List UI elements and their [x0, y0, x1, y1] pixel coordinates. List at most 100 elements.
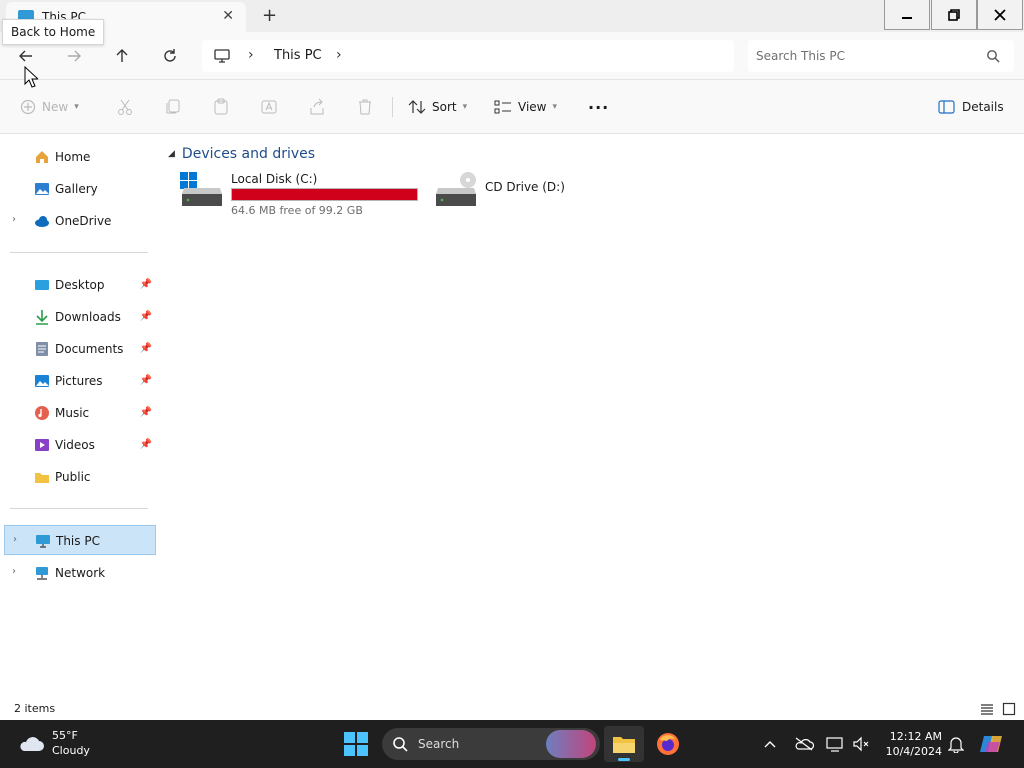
network-icon [36, 567, 48, 580]
sidebar-item-videos[interactable]: Videos 📌 [4, 430, 156, 460]
pin-icon[interactable]: 📌 [140, 343, 152, 354]
temperature: 55°F [52, 729, 78, 742]
collapse-icon[interactable]: ◢ [168, 149, 175, 159]
toolbar-divider [392, 97, 393, 117]
windows-start-icon[interactable] [344, 732, 368, 756]
view-button[interactable]: View ▾ [494, 96, 557, 118]
monitor-icon [214, 49, 230, 63]
drive-free-space: 64.6 MB free of 99.2 GB [231, 204, 363, 217]
arrow-right-icon [68, 50, 81, 62]
bell-icon [948, 737, 964, 753]
address-bar[interactable]: › This PC › [202, 40, 734, 72]
delete-button[interactable] [356, 96, 374, 118]
sort-icon [408, 100, 426, 114]
tab-close-icon[interactable]: ✕ [222, 8, 234, 24]
arrow-up-icon [116, 49, 128, 62]
sidebar-item-downloads[interactable]: Downloads 📌 [4, 302, 156, 332]
restore-button[interactable] [931, 0, 977, 30]
search-highlight-image [546, 730, 596, 758]
search-icon[interactable] [986, 49, 1000, 63]
chevron-right-icon[interactable]: › [12, 214, 16, 225]
monitor-icon [826, 737, 843, 752]
pin-icon[interactable]: 📌 [140, 439, 152, 450]
pin-icon[interactable]: 📌 [140, 407, 152, 418]
network-tray-icon[interactable] [826, 720, 844, 768]
refresh-button[interactable] [158, 44, 182, 68]
search-box[interactable] [748, 40, 1014, 72]
chevron-right-icon[interactable]: › [336, 47, 342, 63]
sidebar-item-gallery[interactable]: Gallery [4, 174, 156, 204]
sidebar-item-pictures[interactable]: Pictures 📌 [4, 366, 156, 396]
share-button[interactable] [308, 96, 326, 118]
details-view-icon[interactable] [980, 702, 994, 716]
back-button[interactable] [14, 44, 38, 68]
minimize-button[interactable] [884, 0, 930, 30]
volume-tray-icon[interactable] [852, 720, 870, 768]
firefox-taskbar-button[interactable] [648, 726, 688, 762]
music-icon [35, 406, 49, 420]
details-label: Details [962, 100, 1004, 114]
rename-button[interactable] [260, 96, 278, 118]
notifications-button[interactable] [948, 720, 964, 768]
sidebar-item-label: Desktop [55, 278, 105, 292]
sidebar-item-label: Downloads [55, 310, 121, 324]
chevron-right-icon[interactable]: › [13, 534, 17, 545]
folder-icon [35, 473, 49, 483]
sidebar-item-home[interactable]: Home [4, 142, 156, 172]
search-input[interactable] [756, 46, 976, 66]
taskbar-search-label: Search [418, 737, 460, 751]
back-tooltip: Back to Home [2, 19, 105, 45]
sidebar-item-network[interactable]: › Network [4, 558, 156, 588]
sidebar-item-desktop[interactable]: Desktop 📌 [4, 270, 156, 300]
copilot-button[interactable] [980, 720, 1006, 768]
drive-name: CD Drive (D:) [485, 180, 565, 194]
sidebar-item-label: Home [55, 150, 91, 164]
cut-button[interactable] [116, 96, 134, 118]
plus-circle-icon [20, 99, 36, 115]
drive-local-disk-c[interactable]: Local Disk (C:) 64.6 MB free of 99.2 GB [180, 170, 420, 220]
pin-icon[interactable]: 📌 [140, 375, 152, 386]
system-clock[interactable]: 12:12 AM 10/4/2024 [880, 729, 942, 759]
close-window-button[interactable] [977, 0, 1023, 30]
downloads-icon [36, 310, 48, 325]
new-tab-button[interactable]: + [262, 5, 277, 26]
pictures-icon [35, 375, 49, 387]
chevron-up-icon [764, 741, 776, 748]
sidebar-item-public[interactable]: Public [4, 462, 156, 492]
group-header[interactable]: ◢ Devices and drives [168, 146, 315, 162]
this-pc-icon [36, 535, 50, 548]
onedrive-tray-icon[interactable] [794, 720, 814, 768]
chevron-down-icon: ▾ [462, 102, 468, 112]
chevron-right-icon[interactable]: › [12, 566, 16, 577]
chevron-right-icon[interactable]: › [248, 47, 254, 63]
weather-widget[interactable]: 55°F Cloudy [18, 728, 90, 758]
sidebar-item-music[interactable]: Music 📌 [4, 398, 156, 428]
up-button[interactable] [110, 44, 134, 68]
taskbar-search[interactable]: Search [382, 728, 600, 760]
paste-button[interactable] [212, 96, 230, 118]
pin-icon[interactable]: 📌 [140, 311, 152, 322]
sidebar-item-this-pc[interactable]: › This PC [4, 525, 156, 555]
details-button[interactable]: Details [938, 96, 1004, 118]
clock-time: 12:12 AM [889, 730, 942, 743]
tiles-view-icon[interactable] [1002, 702, 1016, 716]
sidebar-item-onedrive[interactable]: › OneDrive [4, 206, 156, 236]
sidebar-item-documents[interactable]: Documents 📌 [4, 334, 156, 364]
videos-icon [35, 439, 49, 451]
item-count: 2 items [14, 702, 56, 715]
arrow-left-icon [19, 50, 32, 62]
file-explorer-taskbar-button[interactable] [604, 726, 644, 762]
sort-label: Sort [432, 100, 457, 114]
firefox-icon [657, 733, 679, 755]
breadcrumb-this-pc[interactable]: This PC [274, 48, 322, 63]
copy-button[interactable] [164, 96, 182, 118]
navigation-bar: › This PC › [0, 32, 1024, 80]
new-button[interactable]: New ▾ [20, 96, 79, 118]
show-hidden-icons-button[interactable] [764, 720, 776, 768]
more-options-button[interactable]: ··· [588, 96, 609, 118]
desktop-icon [35, 280, 49, 290]
pin-icon[interactable]: 📌 [140, 279, 152, 290]
drive-cd-d[interactable]: CD Drive (D:) [434, 170, 594, 220]
forward-button[interactable] [62, 44, 86, 68]
sort-button[interactable]: Sort ▾ [408, 96, 467, 118]
